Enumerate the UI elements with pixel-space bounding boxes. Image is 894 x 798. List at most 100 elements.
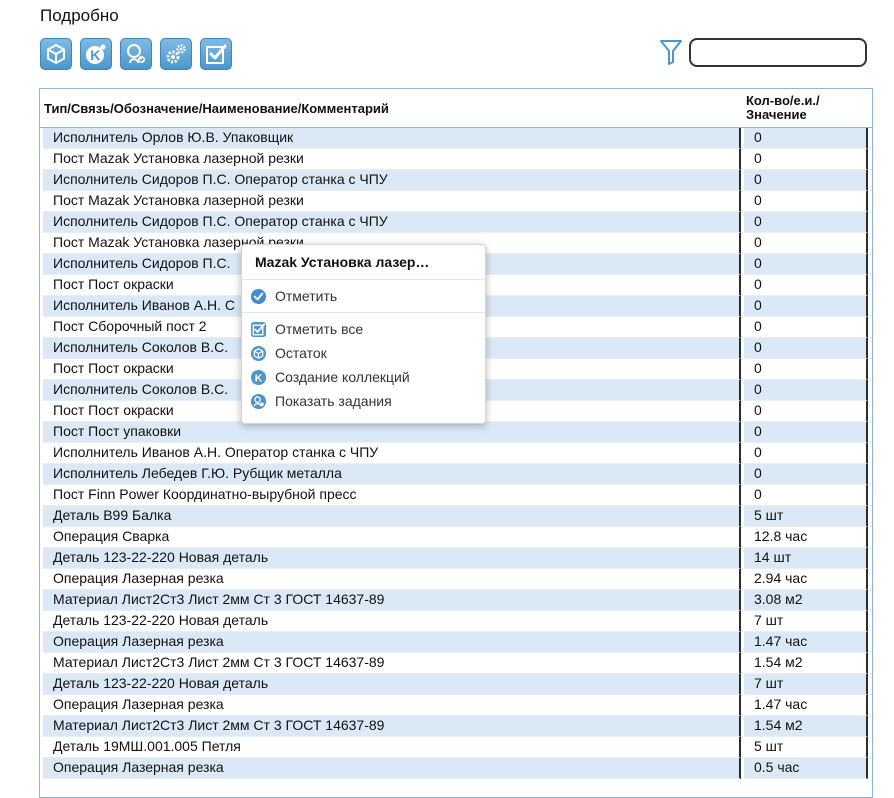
cell-name: Операция Лазерная резка	[43, 758, 741, 779]
context-menu-title: Mazak Установка лазер…	[255, 254, 430, 270]
table-row[interactable]: Пост Mazak Установка лазерной резки 0	[43, 149, 872, 170]
cell-name: Деталь 123-22-220 Новая деталь	[43, 611, 741, 632]
cell-name: Деталь 123-22-220 Новая деталь	[43, 674, 741, 695]
cell-name: Операция Сварка	[43, 527, 741, 548]
table-row[interactable]: Исполнитель Орлов Ю.В. Упаковщик 0	[43, 128, 872, 149]
filter-icon[interactable]	[659, 38, 683, 66]
cell-quantity: 5 шт	[744, 737, 868, 758]
details-grid: Тип/Связь/Обозначение/Наименование/Комме…	[39, 88, 873, 798]
box-icon	[250, 345, 267, 361]
remainder-button[interactable]	[40, 38, 72, 70]
table-row[interactable]: Материал Лист2Ст3 Лист 2мм Ст 3 ГОСТ 146…	[43, 590, 872, 611]
settings-button[interactable]	[160, 38, 192, 70]
table-row[interactable]: Деталь В99 Балка 5 шт	[43, 506, 872, 527]
cell-name: Пост Mazak Установка лазерной резки	[43, 149, 741, 170]
cell-quantity: 1.54 м2	[744, 716, 868, 737]
menu-item-remainder[interactable]: Остаток	[242, 341, 485, 365]
table-row[interactable]: Операция Лазерная резка 0.5 час	[43, 758, 872, 779]
user-search-icon	[127, 44, 145, 64]
search-input[interactable]	[689, 38, 867, 67]
cell-quantity: 0	[744, 254, 868, 275]
table-row[interactable]: Операция Сварка 12.8 час	[43, 527, 872, 548]
table-row[interactable]: Исполнитель Сидоров П.С. Оператор станка…	[43, 212, 872, 233]
menu-item-show-tasks[interactable]: Показать задания	[242, 389, 485, 413]
table-row[interactable]: Деталь 123-22-220 Новая деталь 7 шт	[43, 674, 872, 695]
create-collection-button[interactable]: K	[80, 38, 112, 70]
cell-name: Операция Лазерная резка	[43, 632, 741, 653]
cell-name: Деталь В99 Балка	[43, 506, 741, 527]
table-row[interactable]: Деталь 19МШ.001.005 Петля 5 шт	[43, 737, 872, 758]
cell-quantity: 0	[744, 275, 868, 296]
cell-name: Исполнитель Иванов А.Н. Оператор станка …	[43, 443, 741, 464]
grid-body: Исполнитель Орлов Ю.В. Упаковщик 0 Пост Ma…	[40, 128, 872, 779]
context-menu: Mazak Установка лазер… Отметить Отметить…	[241, 244, 486, 424]
cell-quantity: 0	[744, 443, 868, 464]
menu-item-mark-all[interactable]: Отметить все	[242, 317, 485, 341]
cell-quantity: 0	[744, 233, 868, 254]
page-title: Подробно	[40, 6, 119, 25]
cell-quantity: 0.5 час	[744, 758, 868, 779]
cell-quantity: 2.94 час	[744, 569, 868, 590]
checkbox-icon	[206, 44, 227, 64]
table-row[interactable]: Пост Пост упаковки 0	[43, 422, 872, 443]
checkbox-icon	[250, 321, 267, 337]
table-row[interactable]: Операция Лазерная резка 2.94 час	[43, 569, 872, 590]
cell-quantity: 0	[744, 170, 868, 191]
cell-quantity: 0	[744, 464, 868, 485]
table-row[interactable]: Пост Finn Power Координатно-вырубной пре…	[43, 485, 872, 506]
cell-name: Пост Finn Power Координатно-вырубной пре…	[43, 485, 741, 506]
table-row[interactable]: Операция Лазерная резка 1.47 час	[43, 632, 872, 653]
cell-quantity: 0	[744, 191, 868, 212]
collection-k-icon: K	[250, 369, 267, 385]
mark-all-button[interactable]	[200, 38, 232, 70]
menu-item-label: Отметить	[275, 288, 338, 304]
table-row[interactable]: Материал Лист2Ст3 Лист 2мм Ст 3 ГОСТ 146…	[43, 716, 872, 737]
cell-name: Пост Пост упаковки	[43, 422, 741, 443]
cell-name: Исполнитель Сидоров П.С. Оператор станка…	[43, 212, 741, 233]
svg-text:K: K	[90, 47, 100, 63]
table-row[interactable]: Исполнитель Иванов А.Н. Оператор станка …	[43, 443, 872, 464]
cell-quantity: 5 шт	[744, 506, 868, 527]
cell-quantity: 12.8 час	[744, 527, 868, 548]
user-search-icon	[250, 393, 267, 409]
box-icon	[47, 44, 65, 64]
table-row[interactable]: Операция Лазерная резка 1.47 час	[43, 695, 872, 716]
menu-item-label: Остаток	[275, 345, 327, 361]
menu-item-label: Показать задания	[275, 393, 392, 409]
table-row[interactable]: Деталь 123-22-220 Новая деталь 14 шт	[43, 548, 872, 569]
cell-name: Деталь 19МШ.001.005 Петля	[43, 737, 741, 758]
column-header-quantity[interactable]: Кол-во/е.и./ Значение	[740, 89, 870, 127]
table-row[interactable]: Материал Лист2Ст3 Лист 2мм Ст 3 ГОСТ 146…	[43, 653, 872, 674]
cell-quantity: 1.54 м2	[744, 653, 868, 674]
check-circle-icon	[250, 288, 267, 304]
cell-quantity: 0	[744, 338, 868, 359]
cell-quantity: 0	[744, 149, 868, 170]
cell-name: Исполнитель Сидоров П.С. Оператор станка…	[43, 170, 741, 191]
column-header-name[interactable]: Тип/Связь/Обозначение/Наименование/Комме…	[40, 89, 740, 127]
cell-name: Исполнитель Орлов Ю.В. Упаковщик	[43, 128, 741, 149]
cell-name: Исполнитель Лебедев Г.Ю. Рубщик металла	[43, 464, 741, 485]
menu-item-mark[interactable]: Отметить	[242, 284, 485, 308]
cell-name: Материал Лист2Ст3 Лист 2мм Ст 3 ГОСТ 146…	[43, 653, 741, 674]
cell-name: Материал Лист2Ст3 Лист 2мм Ст 3 ГОСТ 146…	[43, 590, 741, 611]
cell-quantity: 0	[744, 380, 868, 401]
menu-item-create-collections[interactable]: K Создание коллекций	[242, 365, 485, 389]
menu-item-label: Отметить все	[275, 321, 364, 337]
gears-icon	[166, 44, 186, 64]
cell-quantity: 3.08 м2	[744, 590, 868, 611]
cell-name: Материал Лист2Ст3 Лист 2мм Ст 3 ГОСТ 146…	[43, 716, 741, 737]
cell-quantity: 0	[744, 296, 868, 317]
menu-item-label: Создание коллекций	[275, 369, 410, 385]
cell-quantity: 0	[744, 422, 868, 443]
cell-quantity: 0	[744, 128, 868, 149]
cell-quantity: 0	[744, 317, 868, 338]
table-row[interactable]: Деталь 123-22-220 Новая деталь 7 шт	[43, 611, 872, 632]
table-row[interactable]: Исполнитель Сидоров П.С. Оператор станка…	[43, 170, 872, 191]
cell-quantity: 1.47 час	[744, 632, 868, 653]
cell-name: Пост Mazak Установка лазерной резки	[43, 191, 741, 212]
show-tasks-button[interactable]	[120, 38, 152, 70]
toolbar: K	[40, 38, 232, 70]
table-row[interactable]: Исполнитель Лебедев Г.Ю. Рубщик металла 0	[43, 464, 872, 485]
table-row[interactable]: Пост Mazak Установка лазерной резки 0	[43, 191, 872, 212]
svg-text:K: K	[255, 373, 263, 384]
